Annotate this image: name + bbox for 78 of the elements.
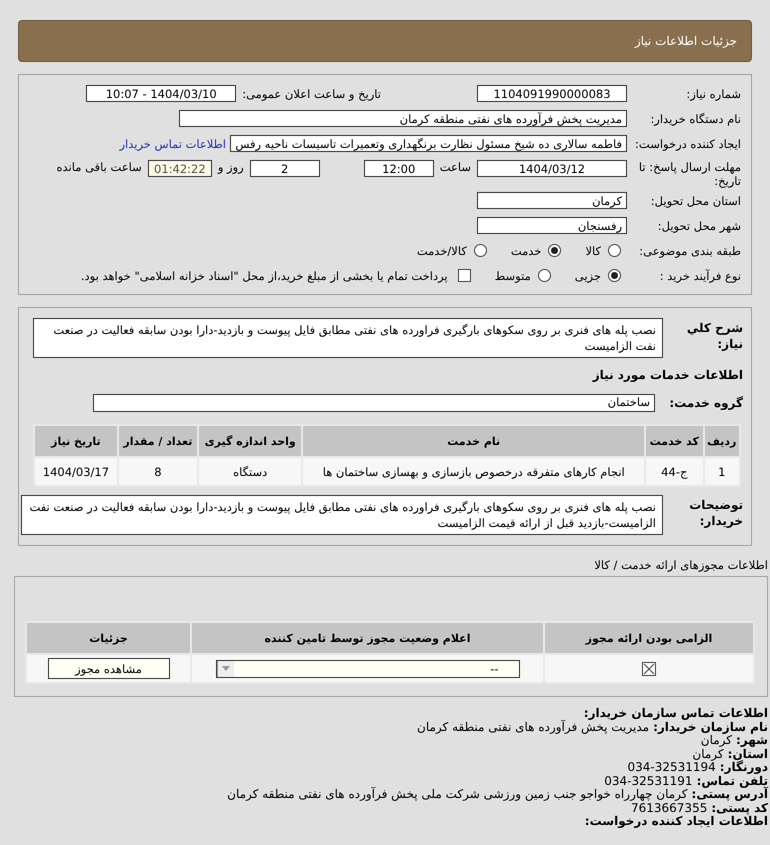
field-label: شرح کلي نياز: bbox=[686, 320, 743, 352]
column-header: اعلام وضعیت مجوز توسط تامین کننده bbox=[191, 622, 544, 654]
contact-value: 034-32531194 bbox=[627, 761, 716, 774]
field-label: نوع فرآیند خرید : bbox=[658, 268, 742, 282]
radio-label: متوسط bbox=[494, 268, 532, 282]
input-field[interactable]: 1104091990000083 bbox=[477, 85, 627, 102]
radio-label: کالا/خدمت bbox=[416, 244, 468, 258]
section-heading: اطلاعات خدمات مورد نیاز bbox=[591, 367, 744, 384]
input-field[interactable]: 2 bbox=[250, 160, 320, 177]
table-cell: ج-44 bbox=[645, 457, 704, 486]
field-label: ساعت bbox=[438, 160, 472, 174]
page-title: جزئیات اطلاعات نیاز bbox=[634, 34, 737, 48]
table-cell: 1404/03/17 bbox=[34, 457, 118, 486]
input-field[interactable]: فاطمه سالاری ده شیخ مسئول نظارت برنگهداری وتعمیرات تاسیسات ناحیه رفس bbox=[230, 135, 627, 152]
notes-box: نصب پله های فنری بر روی سکوهای بارگیری فراورده های نفتی مطابق فایل پیوست و بازدید-دارا بودن سابقه فعالیت در صنعت نفت الزامیست-بازدید قبل از ارائه قیمت الزامیست bbox=[21, 495, 663, 535]
contact-value: 034-32531191 bbox=[604, 774, 694, 788]
table-cell: 1 bbox=[704, 457, 740, 486]
field-label: استان محل تحویل: bbox=[650, 194, 742, 208]
radio-label: خدمت bbox=[510, 244, 542, 258]
status-dropdown[interactable]: -- bbox=[216, 660, 520, 678]
field-label: تاریخ و ساعت اعلان عمومی: bbox=[241, 86, 382, 100]
radio-button[interactable] bbox=[608, 244, 621, 257]
radio-button[interactable] bbox=[538, 269, 551, 282]
radio-button[interactable] bbox=[608, 269, 621, 282]
input-field[interactable]: کرمان bbox=[477, 192, 627, 209]
contact-label: اطلاعات ایجاد کننده درخواست: bbox=[584, 815, 768, 828]
section-heading: اطلاعات مجوزهای ارائه خدمت / کالا bbox=[594, 558, 768, 572]
field-label: مهلت ارسال پاسخ: تا تاریخ: bbox=[638, 160, 742, 188]
remaining-time-field: 01:42:22 bbox=[148, 160, 212, 177]
field-label: گروه خدمت: bbox=[668, 396, 743, 410]
contact-label: دورنگار: bbox=[720, 761, 768, 774]
radio-button[interactable] bbox=[474, 244, 487, 257]
contact-value: کرمان چهارراه خواجو جنب زمین ورزشی شرکت ملی پخش فرآورده های نفتی منطقه کرمان bbox=[227, 788, 689, 802]
contact-label: کد پستی: bbox=[711, 802, 768, 815]
input-field[interactable]: رفسنجان bbox=[477, 217, 627, 234]
column-header: واحد اندازه گیری bbox=[198, 425, 302, 457]
contact-value: مدیریت پخش فرآورده های نفتی منطقه کرمان bbox=[417, 720, 650, 734]
field-label: نام دستگاه خریدار: bbox=[649, 112, 742, 126]
radio-button[interactable] bbox=[548, 244, 562, 257]
table-cell: انجام کارهای متفرقه درخصوص بازسازی و بهسازی ساختمان ها bbox=[302, 457, 646, 486]
description-box: نصب پله های فنری بر روی سکوهای بارگیری فراورده های نفتی مطابق فایل پیوست و بازدید-دارا بودن سابقه فعالیت در صنعت نفت الزامیست bbox=[33, 318, 663, 358]
column-header: نام خدمت bbox=[302, 425, 646, 457]
contact-label: آدرس پستی: bbox=[692, 788, 768, 802]
contact-value: کرمان bbox=[692, 748, 724, 761]
table-cell: 8 bbox=[118, 457, 198, 486]
field-label: شهر محل تحویل: bbox=[656, 218, 742, 232]
column-header: جزئیات bbox=[26, 622, 191, 654]
contact-label: نام سازمان خریدار: bbox=[653, 720, 768, 734]
column-header: تعداد / مقدار bbox=[118, 425, 198, 457]
view-permit-button[interactable]: مشاهده مجوز bbox=[48, 658, 170, 679]
field-label: شماره نیاز: bbox=[685, 86, 742, 100]
checkbox[interactable] bbox=[458, 269, 471, 282]
radio-label: جزیی bbox=[574, 268, 602, 282]
radio-label: کالا bbox=[584, 244, 602, 258]
column-header: الزامی بودن ارائه مجوز bbox=[544, 622, 754, 654]
input-field[interactable]: 12:00 bbox=[364, 160, 434, 177]
contact-label: استان: bbox=[728, 748, 768, 760]
input-field[interactable]: 1404/03/12 bbox=[477, 160, 627, 177]
contact-value: کرمان bbox=[700, 734, 732, 748]
field-label: طبقه بندی موضوعی: bbox=[638, 244, 742, 258]
field-label: روز و bbox=[216, 160, 245, 174]
checkbox-label: پرداخت تمام یا بخشی از مبلغ خرید،از محل "اسناد خزانه اسلامی" خواهد بود. bbox=[80, 268, 449, 282]
contact-label: تلفن تماس: bbox=[696, 774, 768, 788]
field-label: ایجاد کننده درخواست: bbox=[634, 136, 742, 150]
table-cell: دستگاه bbox=[198, 457, 302, 486]
column-header: ردیف bbox=[704, 425, 740, 457]
contact-label: شهر: bbox=[736, 734, 768, 748]
input-field[interactable]: 1404/03/10 - 10:07 bbox=[86, 85, 236, 102]
column-header: تاریخ نیاز bbox=[34, 425, 118, 457]
contact-label: اطلاعات تماس سازمان خریدار: bbox=[584, 707, 768, 720]
field-label: توضیحات خریدار: bbox=[688, 497, 743, 529]
input-field[interactable]: مدیریت پخش فرآورده های نفتی منطقه کرمان bbox=[179, 110, 627, 127]
contact-link[interactable]: اطلاعات تماس خریدار bbox=[119, 136, 230, 150]
caret-icon[interactable] bbox=[216, 660, 234, 676]
field-label: ساعت باقی مانده bbox=[56, 160, 143, 174]
input-field[interactable]: ساختمان bbox=[93, 394, 655, 412]
column-header: کد خدمت bbox=[645, 425, 704, 457]
contact-value: 7613667355 bbox=[630, 802, 708, 815]
